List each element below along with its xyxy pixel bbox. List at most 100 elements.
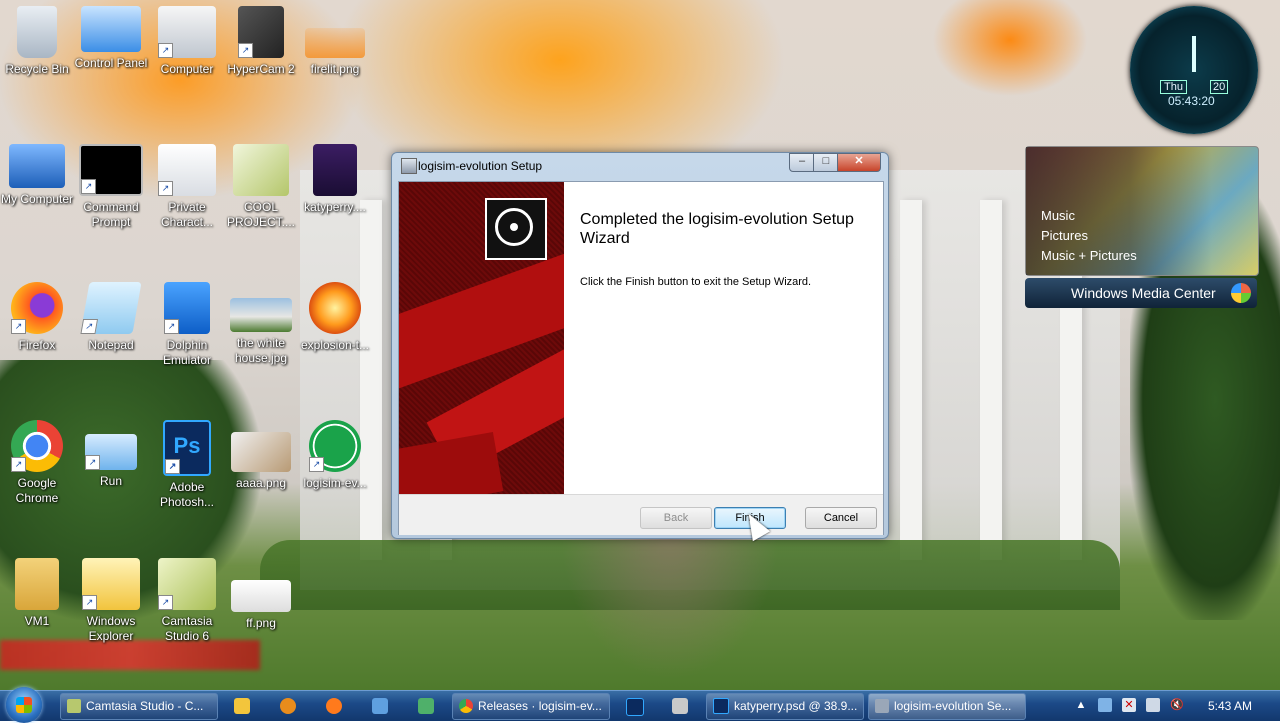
desktop-icon-label: katyperry.... <box>304 200 366 214</box>
media-center-launch-bar[interactable]: Windows Media Center <box>1025 278 1257 308</box>
desktop-icon-command-prompt[interactable]: ↗ Command Prompt <box>74 144 148 230</box>
desktop-icon-cool-project[interactable]: COOL PROJECT.... <box>224 144 298 230</box>
image-file-icon <box>231 580 291 612</box>
desktop-icon-recycle-bin[interactable]: Recycle Bin <box>0 6 74 77</box>
shortcut-arrow-icon: ↗ <box>82 595 97 610</box>
desktop-icon-label: Control Panel <box>74 56 148 70</box>
chrome-icon: ↗ <box>11 420 63 472</box>
clock-gadget[interactable]: Thu 20 05:43:20 <box>1130 6 1258 134</box>
desktop-icon-label: Dolphin Emulator <box>162 338 212 367</box>
network-icon[interactable] <box>418 698 434 714</box>
media-player-icon[interactable] <box>280 698 296 714</box>
desktop-icon-my-computer[interactable]: My Computer <box>0 144 74 207</box>
taskbar: Camtasia Studio - C... Releases · logisi… <box>0 687 1280 723</box>
hypercam-icon: ↗ <box>238 6 284 58</box>
desktop-icon-google-chrome[interactable]: ↗ Google Chrome <box>0 420 74 506</box>
desktop-icon-logisim[interactable]: ↗ logisim-ev... <box>298 420 372 491</box>
desktop-icon-label: Run <box>99 474 122 488</box>
desktop-icon-white-house-jpg[interactable]: the white house.jpg <box>224 282 298 366</box>
desktop-icon-ff-png[interactable]: ff.png <box>224 558 298 631</box>
taskbar-item-logisim-setup[interactable]: logisim-evolution Se... <box>868 693 1026 720</box>
desktop-icon-explosion[interactable]: explosion-t... <box>298 282 372 353</box>
chrome-icon <box>459 698 473 713</box>
installer-disc-icon <box>485 198 547 260</box>
desktop-icon-firefox[interactable]: ↗ Firefox <box>0 282 74 353</box>
desktop-icon-run[interactable]: ↗ Run <box>74 420 148 489</box>
desktop-icon-label: Google Chrome <box>15 476 59 505</box>
media-center-item-music[interactable]: Music <box>1041 208 1075 223</box>
dialog-client-area: Completed the logisim-evolution Setup Wi… <box>398 181 884 535</box>
shortcut-arrow-icon: ↗ <box>164 319 179 334</box>
shortcut-arrow-icon: ↗ <box>11 457 26 472</box>
close-button[interactable]: ✕ <box>837 153 881 172</box>
pen-icon[interactable] <box>1098 698 1112 712</box>
desktop-icon-label: logisim-ev... <box>303 476 367 490</box>
dialog-title: logisim-evolution Setup <box>418 159 543 173</box>
desktop-icon-hypercam[interactable]: ↗ HyperCam 2 <box>224 6 298 77</box>
shortcut-arrow-icon: ↗ <box>85 455 100 470</box>
camtasia-icon: ↗ <box>158 558 216 610</box>
my-computer-icon <box>9 144 65 188</box>
desktop-icon-katyperry[interactable]: katyperry.... <box>298 144 372 215</box>
windows-orb-icon <box>1231 283 1251 303</box>
desktop-icon-aaaa-png[interactable]: aaaa.png <box>224 420 298 491</box>
start-button[interactable] <box>6 687 42 723</box>
desktop-icon-adobe-photoshop[interactable]: Ps ↗ Adobe Photosh... <box>150 420 224 510</box>
back-button[interactable]: Back <box>640 507 712 529</box>
shortcut-arrow-icon: ↗ <box>158 181 173 196</box>
maximize-button[interactable]: □ <box>813 153 839 172</box>
desktop-icon-dolphin-emulator[interactable]: ↗ Dolphin Emulator <box>150 282 224 368</box>
desktop-icon-label: Computer <box>160 62 214 76</box>
media-center-item-pictures[interactable]: Pictures <box>1041 228 1088 243</box>
recycle-bin-icon <box>17 6 57 58</box>
desktop-icon-label: explosion-t... <box>300 338 370 352</box>
dialog-content: Completed the logisim-evolution Setup Wi… <box>564 182 883 494</box>
minimize-button[interactable]: – <box>789 153 815 172</box>
wizard-heading: Completed the logisim-evolution Setup Wi… <box>580 211 854 247</box>
desktop-icon-label: Command Prompt <box>83 200 139 229</box>
cancel-button[interactable]: Cancel <box>805 507 877 529</box>
desktop-icon-notepad[interactable]: ↗ Notepad <box>74 282 148 353</box>
desktop-icon-label: My Computer <box>0 192 74 206</box>
desktop-icon-label: Private Charact... <box>160 200 214 229</box>
wizard-message: Click the Finish button to exit the Setu… <box>580 276 812 288</box>
firefox-icon[interactable] <box>326 698 342 714</box>
desktop-icon-firelit-png[interactable]: firelit.png <box>298 6 372 77</box>
volume-muted-icon[interactable]: 🔇 <box>1170 698 1184 712</box>
desktop-icon-windows-explorer[interactable]: ↗ Windows Explorer <box>74 558 148 644</box>
media-center-item-music-pictures[interactable]: Music + Pictures <box>1041 248 1137 263</box>
tray-clock[interactable]: 5:43 AM <box>1208 699 1252 713</box>
setup-banner-image <box>399 182 564 494</box>
computer-icon: ↗ <box>158 6 216 58</box>
action-center-flag-icon[interactable]: ✕ <box>1122 698 1136 712</box>
desktop-icon-control-panel[interactable]: Control Panel <box>74 6 148 71</box>
system-tray: ▲ ✕ 🔇 5:43 AM <box>1072 693 1280 719</box>
desktop-icon-private-character[interactable]: ↗ Private Charact... <box>150 144 224 230</box>
photoshop-icon[interactable] <box>626 698 644 716</box>
wallpaper-column <box>900 200 922 560</box>
desktop-icon-label: aaaa.png <box>235 476 287 490</box>
taskbar-item-chrome[interactable]: Releases · logisim-ev... <box>452 693 610 720</box>
dialog-footer: Back Finish Cancel <box>399 494 883 535</box>
firefox-icon: ↗ <box>11 282 63 334</box>
desktop-icon-computer[interactable]: ↗ Computer <box>150 6 224 77</box>
taskbar-item-photoshop[interactable]: katyperry.psd @ 38.9... <box>706 693 864 720</box>
program-icon[interactable] <box>372 698 388 714</box>
control-panel-icon <box>81 6 141 52</box>
tool-icon[interactable] <box>672 698 688 714</box>
shortcut-arrow-icon: ↗ <box>158 43 173 58</box>
dialog-titlebar[interactable]: logisim-evolution Setup – □ ✕ <box>392 153 888 179</box>
taskbar-item-camtasia[interactable]: Camtasia Studio - C... <box>60 693 218 720</box>
taskbar-item-label: Camtasia Studio - C... <box>86 699 204 713</box>
desktop-icon-label: ff.png <box>246 616 276 630</box>
desktop-icon-camtasia[interactable]: ↗ Camtasia Studio 6 <box>150 558 224 644</box>
clock-date: 20 <box>1210 80 1229 94</box>
shortcut-arrow-icon: ↗ <box>11 319 26 334</box>
clock-time: 05:43:20 <box>1168 94 1215 108</box>
network-status-icon[interactable] <box>1146 698 1160 712</box>
logisim-icon: ↗ <box>309 420 361 472</box>
windows-explorer-icon[interactable] <box>234 698 250 714</box>
desktop-icon-label: Notepad <box>88 338 134 352</box>
show-hidden-icons-icon[interactable]: ▲ <box>1074 698 1088 712</box>
desktop-icon-vm1[interactable]: VM1 <box>0 558 74 629</box>
